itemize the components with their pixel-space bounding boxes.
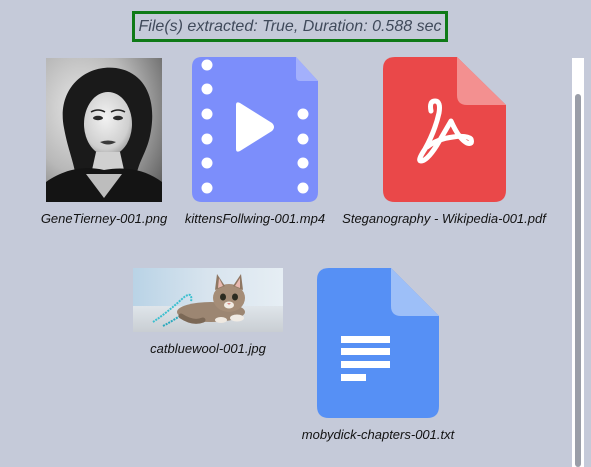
file-name-genetierney[interactable]: GeneTierney-001.png [30, 211, 178, 226]
file-thumbnail-genetierney[interactable] [46, 58, 162, 202]
vertical-scrollbar-thumb[interactable] [575, 94, 581, 467]
text-file-icon [317, 268, 439, 418]
file-thumbnail-catbluewool[interactable] [133, 268, 283, 332]
file-name-steganography-pdf[interactable]: Steganography - Wikipedia-001.pdf [334, 211, 554, 226]
video-file-icon [192, 57, 318, 202]
file-thumbnail-steganography-pdf[interactable] [383, 57, 506, 202]
pdf-file-icon [383, 57, 506, 202]
file-name-mobydick-txt[interactable]: mobydick-chapters-001.txt [298, 427, 458, 442]
file-name-kittens-video[interactable]: kittensFollwing-001.mp4 [178, 211, 332, 226]
file-thumbnail-kittens-video[interactable] [192, 57, 318, 202]
status-banner: File(s) extracted: True, Duration: 0.588… [132, 11, 448, 42]
portrait-image [46, 58, 162, 202]
file-name-catbluewool[interactable]: catbluewool-001.jpg [133, 341, 283, 356]
file-thumbnail-mobydick-txt[interactable] [317, 268, 439, 418]
cat-photo-image [133, 268, 283, 332]
extraction-results-page: File(s) extracted: True, Duration: 0.588… [0, 0, 591, 467]
